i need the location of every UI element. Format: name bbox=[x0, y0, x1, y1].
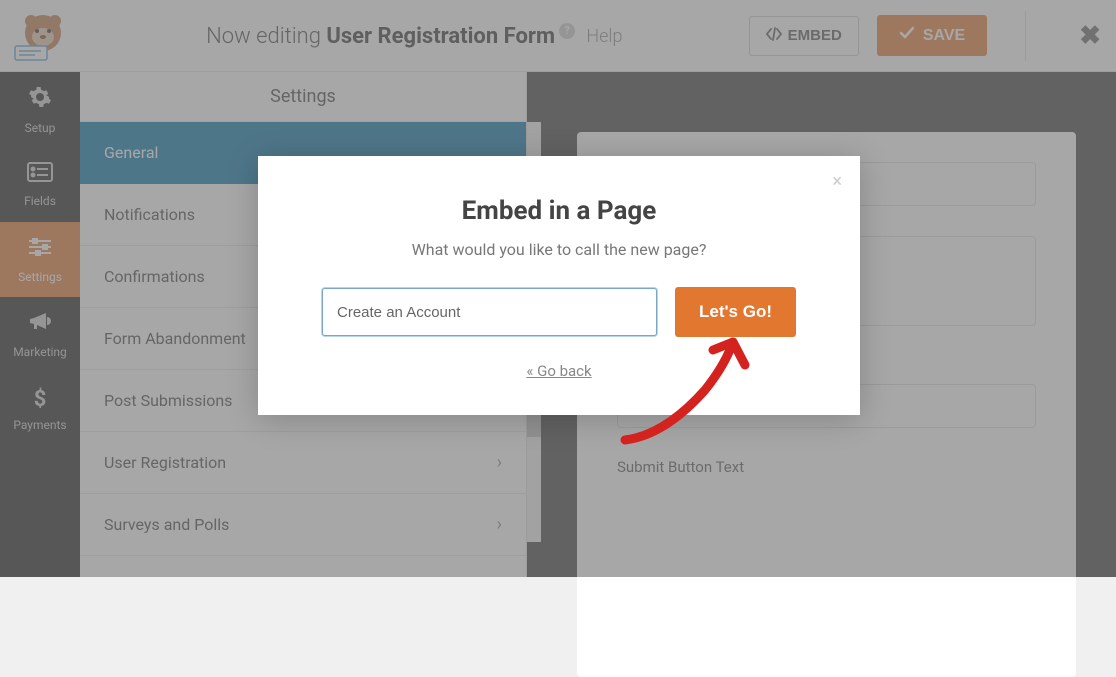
app-root: Now editing User Registration Form? Help… bbox=[0, 0, 1116, 577]
modal-title: Embed in a Page bbox=[308, 196, 810, 226]
modal-close-icon[interactable]: × bbox=[832, 171, 842, 192]
embed-modal: × Embed in a Page What would you like to… bbox=[258, 156, 860, 415]
modal-subtitle: What would you like to call the new page… bbox=[308, 240, 810, 259]
modal-input-row: Let's Go! bbox=[308, 287, 810, 337]
go-back-link[interactable]: « Go back bbox=[526, 362, 591, 380]
lets-go-button[interactable]: Let's Go! bbox=[675, 287, 796, 337]
modal-back-row: « Go back bbox=[308, 361, 810, 380]
page-name-input[interactable] bbox=[322, 288, 657, 336]
